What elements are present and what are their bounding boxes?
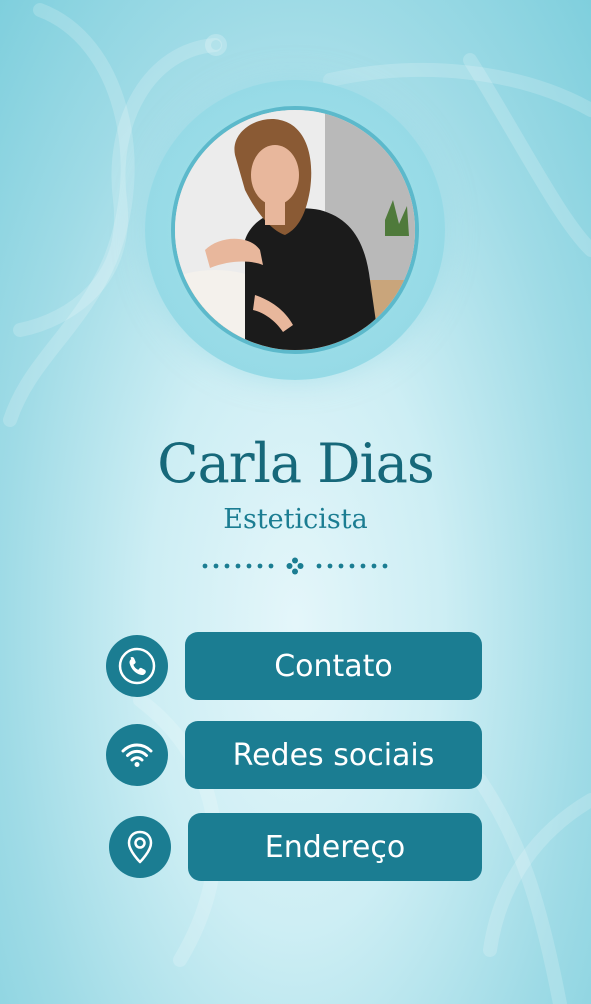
dotted-divider [202, 557, 388, 575]
avatar [171, 106, 419, 354]
contact-button[interactable]: Contato [185, 632, 482, 700]
social-icon-button[interactable] [106, 724, 168, 786]
wifi-icon [121, 743, 153, 767]
address-button[interactable]: Endereço [188, 813, 482, 881]
profile-title: Esteticista [223, 504, 368, 535]
profile-name: Carla Dias [157, 432, 434, 495]
social-networks-button[interactable]: Redes sociais [185, 721, 482, 789]
phone-icon [118, 647, 156, 685]
address-icon-button[interactable] [109, 816, 171, 878]
location-pin-icon [127, 830, 153, 864]
contact-icon-button[interactable] [106, 635, 168, 697]
profile-photo [175, 110, 415, 350]
